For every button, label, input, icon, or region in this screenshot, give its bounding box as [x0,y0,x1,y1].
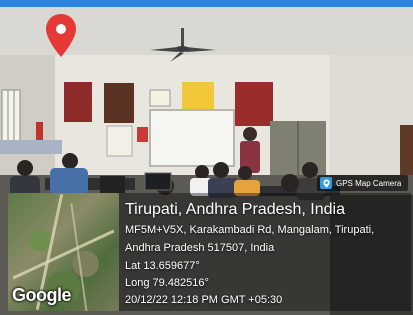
gps-map-camera-badge: GPS Map Camera [317,175,408,191]
address-line-1: MF5M+V5X, Karakambadi Rd, Mangalam, Tiru… [125,224,375,236]
location-pin-icon [46,14,76,57]
map-provider-logo: Google [12,285,72,305]
gps-camera-icon [320,177,332,189]
address-line-2: Andhra Pradesh 517507, India [125,242,275,254]
datetime-text: 20/12/22 12:18 PM GMT +05:30 [125,294,283,306]
badge-label: GPS Map Camera [336,178,402,188]
location-title: Tirupati, Andhra Pradesh, India [125,201,345,218]
longitude-text: Long 79.482516° [125,277,209,289]
photo-frame: Google GPS Map Camera Tirupati, Andhra P… [0,0,413,315]
latitude-text: Lat 13.659677° [125,260,200,272]
